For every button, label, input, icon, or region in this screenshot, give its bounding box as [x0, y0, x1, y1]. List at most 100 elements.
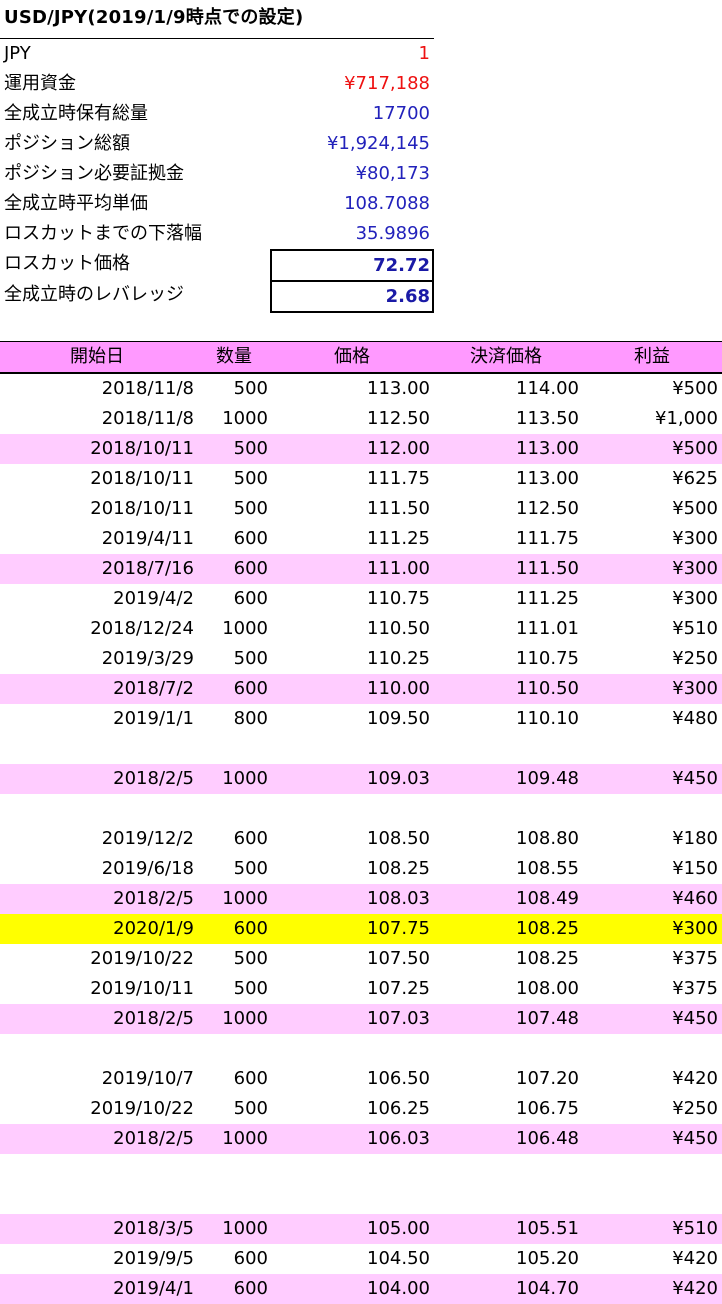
table-row [0, 734, 722, 764]
cell-settlement-price: 111.25 [516, 588, 579, 609]
cell-profit: ¥300 [672, 588, 718, 609]
table-header: 開始日 数量 価格 決済価格 利益 [0, 341, 722, 374]
cell-settlement-price: 107.48 [516, 1008, 579, 1029]
cell-start-date: 2018/2/5 [113, 768, 194, 789]
table-row: 2018/2/5 1000 106.03 106.48 ¥450 [0, 1124, 722, 1154]
summary-row: 全成立時保有総量 17700 [0, 99, 434, 129]
cell-settlement-price: 110.10 [516, 708, 579, 729]
table-row [0, 1034, 722, 1064]
table-row: 2018/7/2 600 110.00 110.50 ¥300 [0, 674, 722, 704]
cell-price: 111.50 [367, 498, 430, 519]
cell-profit: ¥450 [672, 1008, 718, 1029]
cell-profit: ¥150 [672, 858, 718, 879]
cell-start-date: 2018/3/5 [113, 1218, 194, 1239]
summary-row: JPY 1 [0, 38, 434, 69]
summary-label: 全成立時平均単価 [4, 193, 148, 214]
summary-row: ロスカット価格 72.72 [0, 249, 434, 281]
cell-quantity: 600 [233, 528, 268, 549]
cell-start-date: 2018/2/5 [113, 1008, 194, 1029]
cell-quantity: 600 [233, 1278, 268, 1299]
cell-settlement-price: 109.48 [516, 768, 579, 789]
summary-value: ¥1,924,145 [326, 133, 430, 154]
cell-profit: ¥250 [672, 648, 718, 669]
cell-settlement-price: 111.50 [516, 558, 579, 579]
cell-quantity: 500 [233, 1098, 268, 1119]
cell-price: 106.50 [367, 1068, 430, 1089]
summary-value: ¥717,188 [344, 73, 430, 94]
table-row: 2019/4/2 600 110.75 111.25 ¥300 [0, 584, 722, 614]
table-row: 2019/10/22 500 106.25 106.75 ¥250 [0, 1094, 722, 1124]
cell-settlement-price: 108.00 [516, 978, 579, 999]
cell-profit: ¥500 [672, 438, 718, 459]
table-row: 2018/11/8 500 113.00 114.00 ¥500 [0, 374, 722, 404]
cell-settlement-price: 105.20 [516, 1248, 579, 1269]
table-row: 2018/2/5 1000 109.03 109.48 ¥450 [0, 764, 722, 794]
summary-row: ポジション総額 ¥1,924,145 [0, 129, 434, 159]
table-row: 2019/10/22 500 107.50 108.25 ¥375 [0, 944, 722, 974]
cell-start-date: 2019/9/5 [113, 1248, 194, 1269]
cell-profit: ¥480 [672, 708, 718, 729]
cell-quantity: 1000 [222, 1218, 268, 1239]
table-row: 2019/6/18 500 108.25 108.55 ¥150 [0, 854, 722, 884]
cell-profit: ¥375 [672, 978, 718, 999]
cell-start-date: 2019/10/7 [101, 1068, 194, 1089]
cell-price: 110.50 [367, 618, 430, 639]
cell-settlement-price: 113.50 [516, 408, 579, 429]
table-row [0, 1184, 722, 1214]
cell-quantity: 600 [233, 1248, 268, 1269]
cell-settlement-price: 111.01 [516, 618, 579, 639]
summary-label: JPY [4, 43, 31, 64]
cell-quantity: 1000 [222, 1128, 268, 1149]
header-start-date: 開始日 [70, 346, 124, 367]
cell-quantity: 1000 [222, 888, 268, 909]
cell-price: 110.00 [367, 678, 430, 699]
cell-profit: ¥180 [672, 828, 718, 849]
cell-start-date: 2019/4/11 [101, 528, 194, 549]
cell-profit: ¥300 [672, 528, 718, 549]
summary-value: 108.7088 [344, 193, 430, 214]
cell-quantity: 500 [233, 468, 268, 489]
summary-value: 2.68 [270, 280, 434, 313]
cell-start-date: 2018/12/24 [90, 618, 194, 639]
table-row: 2019/12/2 600 108.50 108.80 ¥180 [0, 824, 722, 854]
cell-quantity: 500 [233, 948, 268, 969]
cell-profit: ¥250 [672, 1098, 718, 1119]
cell-quantity: 500 [233, 978, 268, 999]
cell-price: 111.00 [367, 558, 430, 579]
cell-start-date: 2019/4/1 [113, 1278, 194, 1299]
cell-profit: ¥500 [672, 498, 718, 519]
cell-settlement-price: 110.50 [516, 678, 579, 699]
cell-start-date: 2019/1/1 [113, 708, 194, 729]
cell-start-date: 2018/10/11 [90, 498, 194, 519]
header-profit: 利益 [634, 346, 670, 367]
cell-quantity: 600 [233, 678, 268, 699]
cell-price: 104.50 [367, 1248, 430, 1269]
cell-settlement-price: 105.51 [516, 1218, 579, 1239]
cell-settlement-price: 110.75 [516, 648, 579, 669]
cell-quantity: 600 [233, 558, 268, 579]
summary-value: 35.9896 [355, 223, 430, 244]
table-row: 2019/1/1 800 109.50 110.10 ¥480 [0, 704, 722, 734]
cell-quantity: 600 [233, 828, 268, 849]
summary-row: ロスカットまでの下落幅 35.9896 [0, 219, 434, 249]
cell-price: 104.00 [367, 1278, 430, 1299]
cell-quantity: 1000 [222, 408, 268, 429]
cell-start-date: 2019/12/2 [101, 828, 194, 849]
cell-settlement-price: 108.55 [516, 858, 579, 879]
summary-label: 全成立時のレバレッジ [4, 284, 184, 305]
cell-quantity: 500 [233, 438, 268, 459]
cell-start-date: 2019/4/2 [113, 588, 194, 609]
cell-profit: ¥420 [672, 1248, 718, 1269]
cell-start-date: 2018/10/11 [90, 468, 194, 489]
table-row: 2019/4/1 600 104.00 104.70 ¥420 [0, 1274, 722, 1304]
cell-quantity: 500 [233, 648, 268, 669]
summary-label: ロスカットまでの下落幅 [4, 223, 202, 244]
summary-row: 全成立時のレバレッジ 2.68 [0, 280, 434, 313]
cell-settlement-price: 113.00 [516, 468, 579, 489]
cell-start-date: 2018/11/8 [101, 378, 194, 399]
cell-settlement-price: 106.48 [516, 1128, 579, 1149]
summary-block: JPY 1 運用資金 ¥717,188 全成立時保有総量 17700 ポジション総額 ¥1,9… [0, 38, 434, 313]
cell-price: 109.03 [367, 768, 430, 789]
cell-start-date: 2019/6/18 [101, 858, 194, 879]
table-row [0, 1154, 722, 1184]
